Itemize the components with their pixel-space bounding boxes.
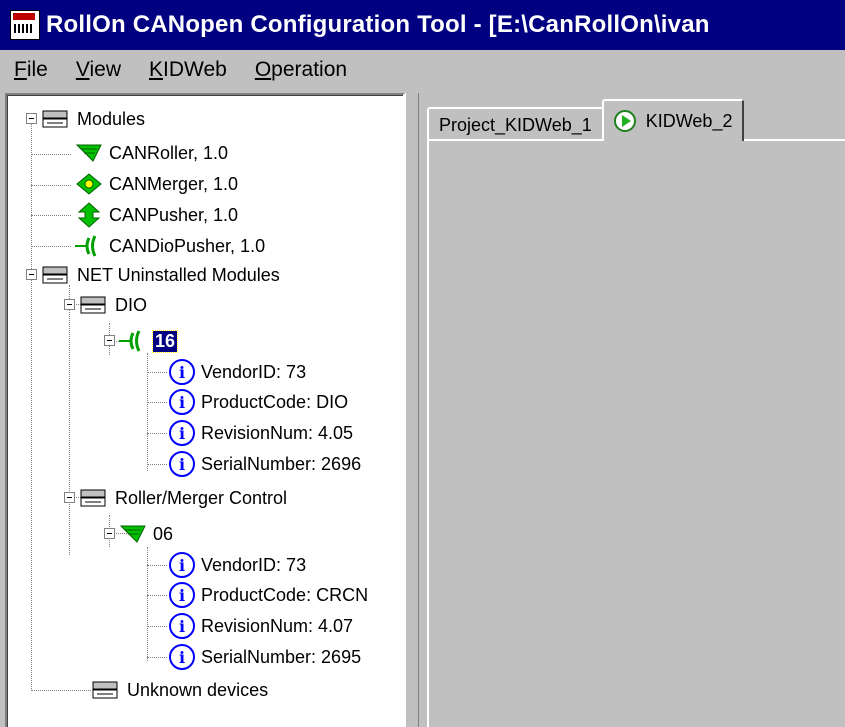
collapse-net-uninstalled-icon[interactable] — [26, 269, 37, 280]
tree-item-label: CANDioPusher, 1.0 — [109, 235, 266, 256]
tree-item-canmerger[interactable]: CANMerger, 1.0 — [75, 169, 238, 199]
menu-bar: File View KIDWeb Operation — [0, 50, 845, 90]
info-icon: i — [169, 582, 195, 608]
tree-item-label: Unknown devices — [127, 679, 269, 700]
tree-item-label: SerialNumber: 2696 — [201, 453, 362, 474]
info-icon: i — [169, 420, 195, 446]
tree-item-canpusher[interactable]: CANPusher, 1.0 — [75, 200, 238, 230]
tree-item-label: DIO — [115, 294, 148, 315]
menu-kidweb[interactable]: KIDWeb — [149, 58, 227, 82]
module-tree-pane[interactable]: Modules CANRoller, 1.0 CANMerger, 1.0 CA… — [5, 93, 405, 727]
roller-module-icon — [119, 522, 147, 546]
collapse-dio-icon[interactable] — [64, 299, 75, 310]
tree-item-roller-merger[interactable]: Roller/Merger Control — [79, 483, 287, 513]
tree-item-label: VendorID: 73 — [201, 361, 307, 382]
tab-project-kidweb-1[interactable]: Project_KIDWeb_1 — [427, 107, 604, 141]
pusher-module-icon — [75, 202, 103, 228]
window-title: RollOn CANopen Configuration Tool - [E:\… — [46, 11, 710, 38]
network-folder-icon — [91, 679, 121, 701]
tree-item-label: Roller/Merger Control — [115, 487, 288, 508]
menu-operation-accel: O — [254, 58, 272, 81]
tree-item-dio-revision[interactable]: i RevisionNum: 4.05 — [169, 418, 353, 448]
tree-item-candiopusher[interactable]: CANDioPusher, 1.0 — [75, 231, 265, 261]
tree-item-label-selected: 16 — [151, 329, 179, 353]
menu-operation[interactable]: Operation — [255, 58, 347, 82]
network-folder-icon — [79, 294, 109, 316]
tree-item-label: Modules — [77, 108, 146, 129]
info-icon: i — [169, 359, 195, 385]
network-folder-icon — [41, 108, 71, 130]
tree-item-rm-product[interactable]: i ProductCode: CRCN — [169, 580, 368, 610]
menu-view[interactable]: View — [76, 58, 121, 82]
tree-item-unknown-devices[interactable]: Unknown devices — [91, 675, 268, 705]
collapse-rm-node-icon[interactable] — [104, 528, 115, 539]
tree-item-label: CANPusher, 1.0 — [109, 204, 239, 225]
tab-content-area — [427, 139, 845, 727]
play-icon — [613, 110, 636, 132]
tree-item-dio-vendor[interactable]: i VendorID: 73 — [169, 357, 306, 387]
tab-strip: Project_KIDWeb_1 KIDWeb_2 — [427, 97, 745, 141]
module-tree: Modules CANRoller, 1.0 CANMerger, 1.0 CA… — [7, 95, 403, 727]
tab-kidweb-2[interactable]: KIDWeb_2 — [601, 99, 745, 141]
dio-pusher-module-icon — [119, 329, 147, 353]
merger-module-icon — [75, 172, 103, 196]
tree-item-rm-vendor[interactable]: i VendorID: 73 — [169, 550, 306, 580]
menu-file-label: ile — [26, 58, 48, 81]
network-folder-icon — [41, 264, 71, 286]
tab-label: Project_KIDWeb_1 — [439, 114, 592, 135]
network-folder-icon — [79, 487, 109, 509]
menu-file-accel: F — [14, 58, 27, 81]
pane-splitter[interactable] — [405, 93, 420, 727]
app-icon[interactable] — [10, 10, 40, 40]
kidweb-pane: Project_KIDWeb_1 KIDWeb_2 — [419, 93, 845, 727]
info-icon: i — [169, 389, 195, 415]
info-icon: i — [169, 644, 195, 670]
tree-item-label: RevisionNum: 4.07 — [201, 615, 354, 636]
tree-item-dio-product[interactable]: i ProductCode: DIO — [169, 387, 348, 417]
tree-item-label: SerialNumber: 2695 — [201, 646, 362, 667]
tree-item-label: CANMerger, 1.0 — [109, 173, 239, 194]
tree-item-label: ProductCode: DIO — [201, 391, 349, 412]
roller-module-icon — [75, 141, 103, 165]
collapse-roller-merger-icon[interactable] — [64, 492, 75, 503]
tree-item-dio[interactable]: DIO — [79, 290, 147, 320]
tree-item-modules[interactable]: Modules — [41, 104, 145, 134]
tree-item-rm-serial[interactable]: i SerialNumber: 2695 — [169, 642, 361, 672]
tree-item-canroller[interactable]: CANRoller, 1.0 — [75, 138, 228, 168]
info-icon: i — [169, 451, 195, 477]
info-icon: i — [169, 613, 195, 639]
tree-item-net-uninstalled[interactable]: NET Uninstalled Modules — [41, 260, 280, 290]
tree-item-label: VendorID: 73 — [201, 554, 307, 575]
tree-item-rm-node[interactable]: 06 — [119, 519, 173, 549]
collapse-modules-icon[interactable] — [26, 113, 37, 124]
title-bar: RollOn CANopen Configuration Tool - [E:\… — [0, 0, 845, 50]
collapse-dio-node-icon[interactable] — [104, 335, 115, 346]
tree-item-dio-serial[interactable]: i SerialNumber: 2696 — [169, 449, 361, 479]
tree-item-dio-node[interactable]: 16 — [119, 326, 179, 356]
menu-view-label: iew — [89, 58, 121, 81]
tree-item-label: NET Uninstalled Modules — [77, 264, 280, 285]
menu-view-accel: V — [75, 58, 90, 81]
tree-item-label: 06 — [153, 523, 174, 544]
tree-item-label: CANRoller, 1.0 — [109, 142, 229, 163]
info-icon: i — [169, 552, 195, 578]
menu-kidweb-accel: K — [149, 58, 164, 81]
menu-file[interactable]: File — [14, 58, 48, 82]
tree-item-label: ProductCode: CRCN — [201, 584, 369, 605]
tab-label: KIDWeb_2 — [645, 110, 733, 131]
menu-kidweb-label: IDWeb — [163, 58, 227, 81]
dio-pusher-module-icon — [75, 234, 103, 258]
menu-operation-label: peration — [271, 58, 348, 81]
tree-item-rm-revision[interactable]: i RevisionNum: 4.07 — [169, 611, 353, 641]
tree-item-label: RevisionNum: 4.05 — [201, 422, 354, 443]
